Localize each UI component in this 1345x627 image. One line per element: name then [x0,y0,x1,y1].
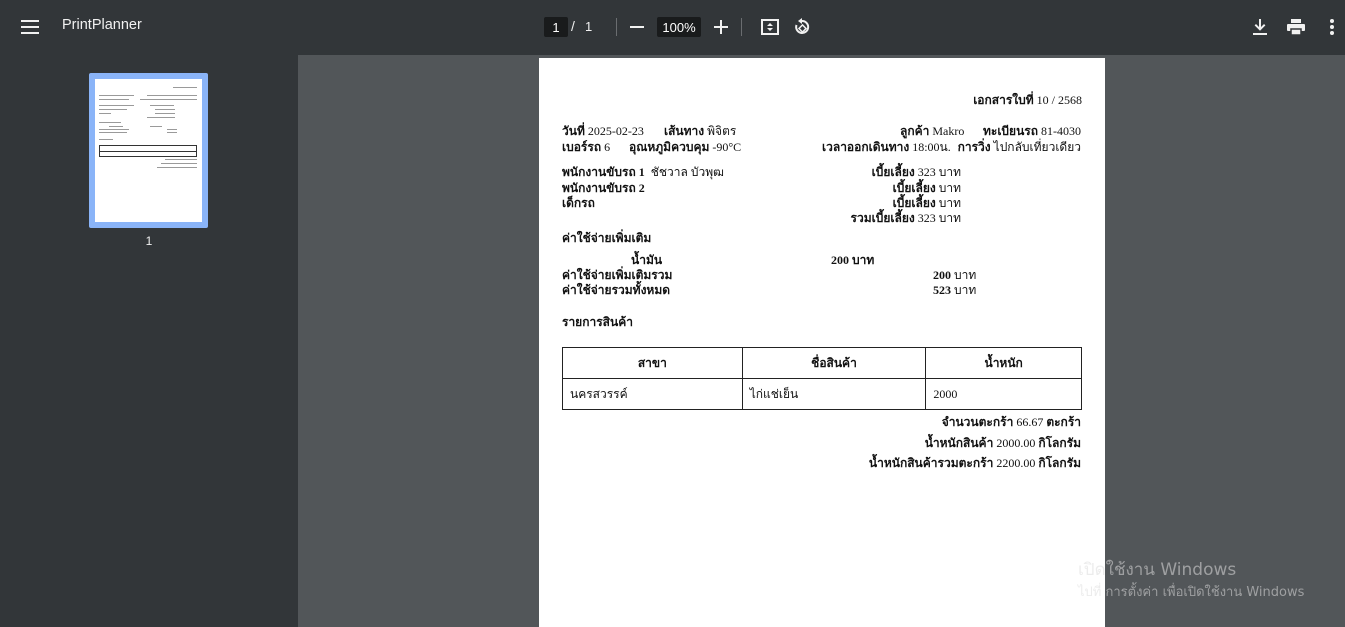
toolbar-divider [616,18,617,36]
page-separator: / [571,18,575,34]
toolbar-divider [741,18,742,36]
table-header: ชื่อสินค้า [741,347,927,379]
current-page-input[interactable]: 1 [544,17,568,37]
document-page: เอกสารใบที่ 10 / 2568 วันที่ 2025-02-23 … [539,58,1105,627]
allowance-2: เบี้ยเลี้ยง บาท [892,181,961,195]
thumbnail-page-preview [95,79,202,222]
page-thumbnail[interactable] [89,73,208,228]
menu-icon[interactable] [14,13,46,41]
items-title: รายการสินค้า [562,315,633,329]
table-header: สาขา [562,347,743,379]
allowance-total: รวมเบี้ยเลี้ยง 323 บาท [850,211,961,225]
doc-number: เอกสารใบที่ 10 / 2568 [973,93,1082,107]
fit-page-icon[interactable] [756,13,784,41]
fuel-amount: 200 บาท [831,253,875,267]
fuel-label: น้ำมัน [631,253,663,267]
driver2-field: พนักงานขับรถ 2 [562,181,645,195]
rotate-icon[interactable] [788,13,816,41]
extra-total-label: ค่าใช้จ่ายเพิ่มเติมรวม [562,268,673,282]
trip-field: การวิ่ง ไปกลับเที่ยวเดียว [957,140,1081,154]
table-header-row: สาขา ชื่อสินค้า น้ำหนัก [562,347,1082,379]
zoom-input[interactable]: 100% [657,17,701,37]
items-table: สาขา ชื่อสินค้า น้ำหนัก นครสวรรค์ ไก่แช่… [562,347,1082,410]
table-row: นครสวรรค์ ไก่แช่เย็น 2000 [562,378,1082,410]
product-weight: น้ำหนักสินค้า 2000.00 กิโลกรัม [924,436,1081,450]
date-field: วันที่ 2025-02-23 [562,124,644,138]
download-icon[interactable] [1246,13,1274,41]
crate-count: จำนวนตะกร้า 66.67 ตะกร้า [941,415,1081,429]
zoom-in-icon[interactable] [707,13,735,41]
total-pages: 1 [585,19,593,34]
print-icon[interactable] [1282,13,1310,41]
table-cell: นครสวรรค์ [562,378,743,410]
plate-field: ทะเบียนรถ 81-4030 [982,124,1081,138]
allowance-3: เบี้ยเลี้ยง บาท [892,196,961,210]
activation-watermark-subtitle: ไปที่ การตั้งค่า เพื่อเปิดใช้งาน Windows [1078,585,1305,600]
document-title: PrintPlanner [62,17,142,33]
table-cell: 2000 [925,378,1082,410]
extra-expenses-title: ค่าใช้จ่ายเพิ่มเติม [562,231,652,245]
truck-number-field: เบอร์รถ 6 [562,140,611,154]
grand-total-label: ค่าใช้จ่ายรวมทั้งหมด [562,283,671,297]
table-header: น้ำหนัก [925,347,1082,379]
thumbnail-page-number: 1 [145,234,153,248]
more-vert-icon[interactable] [1318,13,1345,41]
table-cell: ไก่แช่เย็น [741,378,927,410]
zoom-out-icon[interactable] [623,13,651,41]
assistant-field: เด็กรถ [562,196,595,210]
pdf-toolbar: PrintPlanner 1 / 1 100% [0,0,1345,55]
temperature-field: อุณหภูมิควบคุม -90°C [629,140,742,154]
allowance-1: เบี้ยเลี้ยง 323 บาท [871,165,961,179]
route-field: เส้นทาง พิจิตร [664,124,737,138]
grand-total-amount: 523 บาท [933,283,977,297]
departure-field: เวลาออกเดินทาง 18:00น. [822,140,951,154]
customer-field: ลูกค้า Makro [900,124,965,138]
extra-total-amount: 200 บาท [933,268,977,282]
activation-watermark-title: เปิดใช้งาน Windows [1078,560,1237,580]
total-weight: น้ำหนักสินค้ารวมตะกร้า 2200.00 กิโลกรัม [868,456,1081,470]
thumbnail-sidebar: 1 [0,55,298,627]
driver1-field: พนักงานขับรถ 1 ชัชวาล บัวพุฒ [562,165,724,179]
